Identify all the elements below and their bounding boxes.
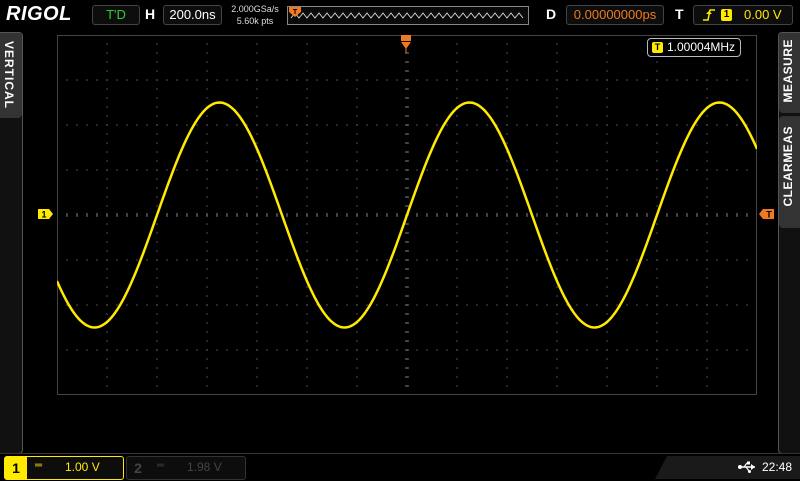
trigger-level-marker[interactable]: T (759, 209, 775, 219)
ch1-scale: 1.00 V (65, 460, 100, 474)
waveform-display[interactable] (57, 35, 757, 395)
dc-coupling-icon: ═ (157, 460, 165, 471)
trigger-delay-value[interactable]: 0.00000000ps (566, 5, 664, 25)
trigger-settings[interactable]: 1 0.00 V (693, 5, 793, 25)
dc-coupling-icon: ═ (35, 460, 43, 471)
svg-text:T: T (293, 9, 298, 16)
measurement-source-badge: T (652, 42, 663, 53)
usb-icon (738, 461, 755, 473)
measure-tab-label: MEASURE (781, 39, 795, 103)
run-state-indicator[interactable]: T'D (92, 5, 140, 25)
channel-bar: 1 ═ 1.00 V 2 ═ 1.98 V 22:48 (0, 453, 800, 481)
clear-measure-button[interactable]: CLEARMEAS (779, 116, 800, 228)
clock: 22:48 (762, 460, 793, 474)
vertical-tab-label: VERTICAL (2, 41, 16, 109)
timebase-value[interactable]: 200.0ns (163, 5, 222, 25)
delay-label: D (546, 6, 557, 22)
memory-trigger-marker: T (289, 7, 301, 17)
trigger-label: T (675, 6, 684, 22)
status-bar: RIGOL T'D H 200.0ns 2.000GSa/s 5.60k pts… (0, 0, 800, 30)
ch1-offset-marker[interactable]: 1 (38, 209, 54, 219)
clear-measure-label: CLEARMEAS (781, 126, 795, 207)
trigger-source-badge: 1 (721, 9, 732, 21)
memory-depth: 5.60k pts (236, 16, 274, 26)
sample-rate: 2.000GSa/s (231, 4, 279, 14)
measure-tab[interactable]: MEASURE CLEARMEAS (778, 32, 800, 454)
trigger-position-marker[interactable] (400, 35, 412, 53)
ch1-marker-label: 1 (41, 210, 46, 220)
ch2-settings[interactable]: 2 ═ 1.98 V (126, 456, 246, 480)
horizontal-label: H (145, 6, 156, 22)
rigol-logo: RIGOL (6, 3, 72, 25)
ch2-scale: 1.98 V (187, 460, 222, 474)
trigger-marker-label: T (766, 210, 772, 220)
vertical-tab[interactable]: VERTICAL (0, 32, 23, 454)
frequency-measurement[interactable]: T 1.00004MHz (647, 38, 741, 57)
memory-position-bar[interactable]: T (287, 6, 529, 25)
vertical-tab-header[interactable]: VERTICAL (0, 33, 22, 118)
ch2-number: 2 (134, 460, 142, 476)
memory-waveform-preview (290, 12, 524, 19)
system-status: 22:48 (655, 456, 800, 479)
rising-edge-icon (703, 9, 715, 21)
ch1-waveform (57, 101, 757, 329)
ch1-number: 1 (5, 457, 27, 479)
frequency-value: 1.00004MHz (667, 40, 736, 54)
acquisition-info: 2.000GSa/s 5.60k pts (226, 3, 284, 27)
trigger-level-value: 0.00 V (744, 7, 782, 22)
ch1-settings[interactable]: 1 ═ 1.00 V (4, 456, 124, 480)
measure-tab-header[interactable]: MEASURE (779, 33, 800, 113)
